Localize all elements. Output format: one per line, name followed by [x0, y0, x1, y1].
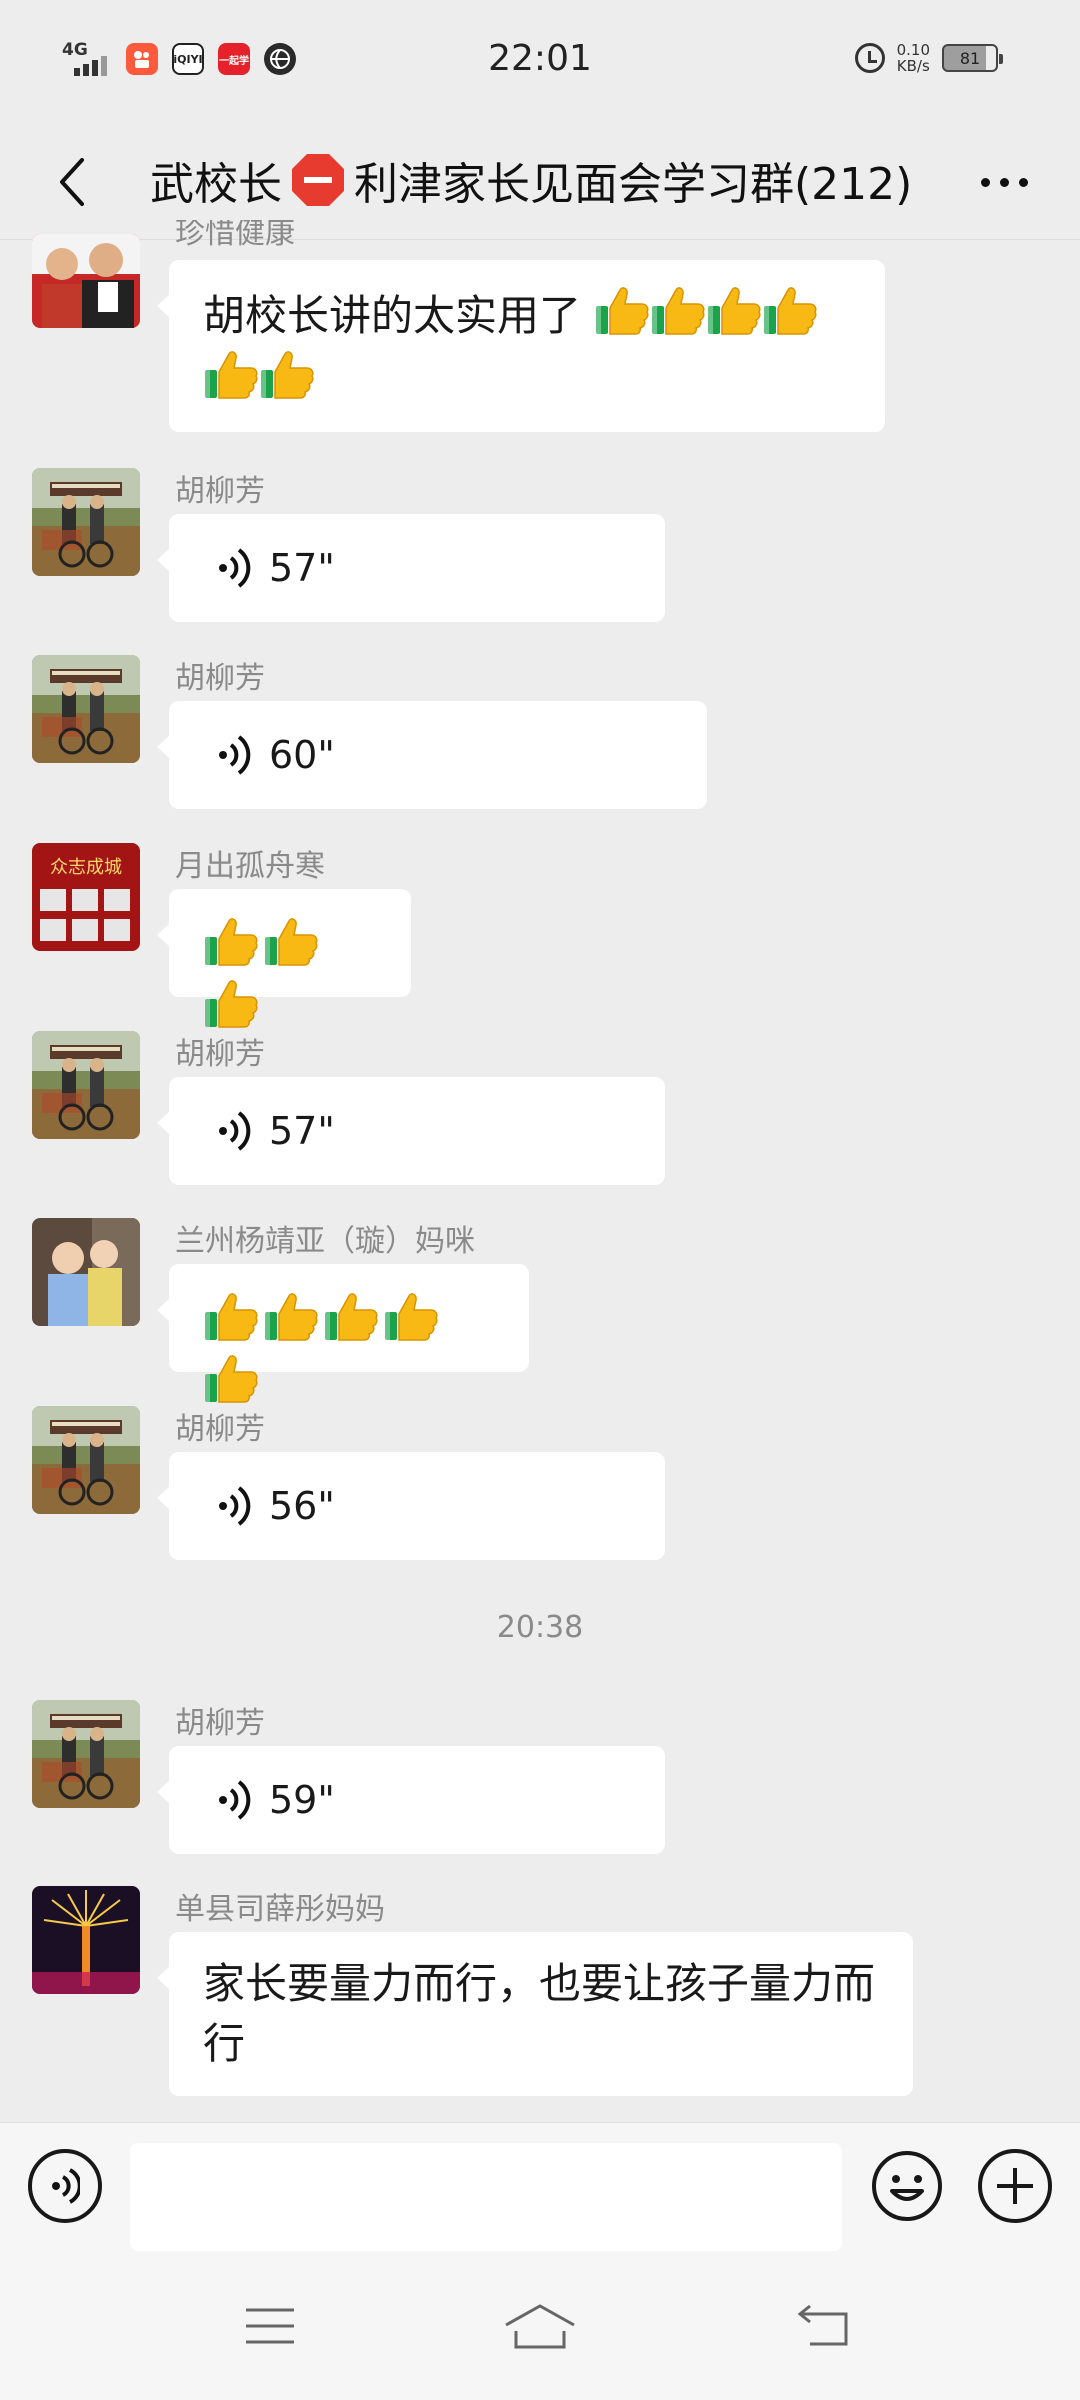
voice-message-bubble[interactable]: 59": [157, 1746, 665, 1854]
chat-title-part2: 利津家长见面会学习群(212): [354, 159, 913, 210]
sender-name: 胡柳芳: [175, 661, 265, 696]
thumbs-up-icon: [324, 1293, 378, 1341]
thumbs-up-icon: [651, 287, 705, 335]
thumbs-up-icon: [204, 351, 258, 399]
thumbs-up-icon: [204, 1293, 258, 1341]
voice-wave-icon: [217, 1484, 251, 1528]
sender-name: 兰州杨靖亚（璇）妈咪: [175, 1224, 475, 1259]
voice-wave-icon: [52, 2168, 80, 2204]
sender-name: 胡柳芳: [175, 1037, 265, 1072]
smiley-icon: [872, 2151, 942, 2221]
voice-wave-icon: [217, 1109, 251, 1153]
stop-sign-icon: [292, 154, 344, 206]
avatar[interactable]: [32, 1700, 140, 1808]
sender-name: 胡柳芳: [175, 1412, 265, 1447]
avatar[interactable]: [32, 1886, 140, 1994]
battery-level: 81: [959, 48, 981, 68]
more-functions-button[interactable]: [978, 2149, 1052, 2223]
back-arrow-icon: [797, 2304, 848, 2346]
message-text: 胡校长讲的太实用了: [203, 291, 582, 340]
voice-message-bubble[interactable]: 57": [157, 1077, 665, 1185]
avatar[interactable]: 众志成城: [32, 843, 140, 951]
thumbs-up-icon: [595, 287, 649, 335]
emoji-message-bubble[interactable]: [157, 1264, 529, 1403]
avatar[interactable]: [32, 234, 140, 328]
voice-duration: 56": [269, 1484, 335, 1528]
avatar[interactable]: [32, 1218, 140, 1326]
menu-icon: [246, 2308, 294, 2344]
emoji-button[interactable]: [870, 2149, 944, 2223]
thumbs-up-icon: [204, 1355, 258, 1403]
thumbs-up-icon: [204, 980, 258, 1028]
voice-message-bubble[interactable]: 56": [157, 1452, 665, 1560]
system-nav-bar: [0, 2256, 1080, 2400]
avatar[interactable]: [32, 468, 140, 576]
chat-title-part1: 武校长: [150, 159, 282, 210]
thumbs-up-icon: [763, 287, 817, 335]
thumbs-up-icon: [384, 1293, 438, 1341]
voice-duration: 59": [269, 1778, 335, 1822]
chat-header: 武校长 利津家长见面会学习群(212): [0, 124, 1080, 240]
home-nav-button[interactable]: [500, 2296, 580, 2356]
message-bubble[interactable]: 家长要量力而行，也要让孩子量力而行: [157, 1932, 913, 2096]
chat-input-bar: [0, 2122, 1080, 2256]
status-bar: 4G iQIYI 一起学 22:01 0.10 KB/s 81: [0, 0, 1080, 124]
thumbs-up-icon: [707, 287, 761, 335]
status-right: 0.10 KB/s 81: [854, 42, 1003, 74]
sender-name: 单县司薛彤妈妈: [175, 1892, 385, 1927]
chat-title: 武校长 利津家长见面会学习群(212): [150, 148, 912, 212]
more-options-button[interactable]: [968, 150, 1040, 214]
thumbs-up-icon: [260, 351, 314, 399]
message-input[interactable]: [130, 2143, 842, 2251]
back-button[interactable]: [40, 150, 104, 214]
emoji-message-bubble[interactable]: [157, 889, 411, 1028]
alarm-icon: [854, 43, 885, 73]
voice-wave-icon: [217, 733, 251, 777]
home-icon: [505, 2304, 575, 2349]
network-speed: 0.10 KB/s: [897, 42, 930, 74]
voice-duration: 57": [269, 1109, 335, 1153]
thumbs-up-icon: [264, 918, 318, 966]
thumbs-up-icon: [204, 918, 258, 966]
avatar[interactable]: [32, 655, 140, 763]
network-speed-value: 0.10: [896, 41, 930, 59]
voice-wave-icon: [217, 1778, 251, 1822]
battery-icon: 81: [942, 44, 1003, 72]
avatar-caption: 众志成城: [50, 857, 122, 878]
message-bubble[interactable]: 胡校长讲的太实用了: [157, 260, 885, 432]
voice-duration: 57": [269, 546, 335, 590]
menu-nav-button[interactable]: [230, 2296, 310, 2356]
sender-name: 胡柳芳: [175, 1706, 265, 1741]
thumbs-up-icon: [264, 1293, 318, 1341]
back-nav-button[interactable]: [784, 2296, 864, 2356]
avatar[interactable]: [32, 1031, 140, 1139]
chevron-left-icon: [60, 158, 84, 206]
voice-wave-icon: [217, 546, 251, 590]
time-divider: 20:38: [496, 1610, 584, 1645]
voice-duration: 60": [269, 733, 335, 777]
voice-message-bubble[interactable]: 57": [157, 514, 665, 622]
message-text: 家长要量力而行，也要让孩子量力而行: [203, 1959, 876, 2068]
sender-name: 胡柳芳: [175, 474, 265, 509]
network-speed-unit: KB/s: [896, 57, 930, 75]
avatar[interactable]: [32, 1406, 140, 1514]
voice-message-bubble[interactable]: 60": [157, 701, 707, 809]
voice-input-button[interactable]: [28, 2149, 102, 2223]
sender-name: 月出孤舟寒: [175, 849, 325, 884]
